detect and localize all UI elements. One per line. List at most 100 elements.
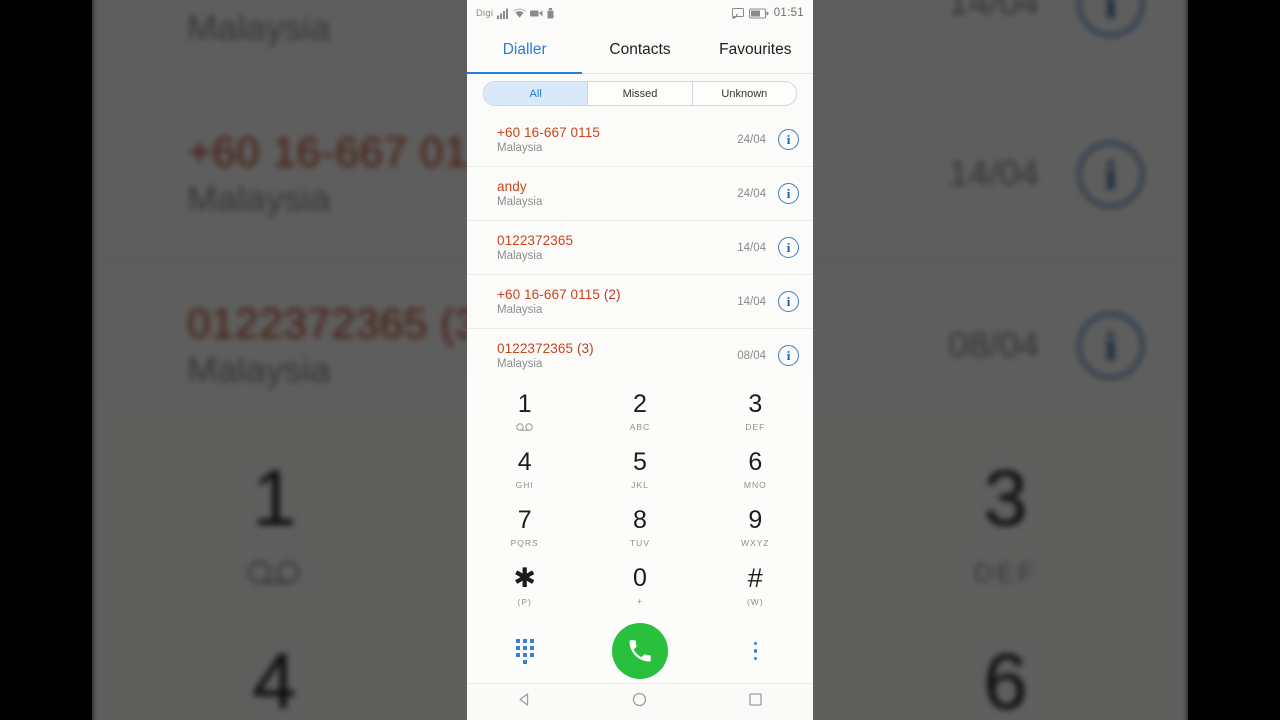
call-row-text: +60 16-667 0115 Malaysia (497, 125, 737, 154)
call-number: +60 16-667 0115 (497, 287, 600, 302)
key-0-digit: 0 (633, 564, 647, 592)
call-info-icon[interactable]: i (778, 183, 799, 204)
key-7[interactable]: 7 PQRS (467, 499, 582, 557)
key-4-digit: 4 (252, 638, 297, 720)
tab-dialler[interactable]: Dialler (467, 26, 583, 74)
call-date: 14/04 (737, 295, 766, 308)
call-log-row[interactable]: +60 16-667 0115 (2) Malaysia 14/04 i (467, 275, 813, 329)
key-star[interactable]: ✱ (P) (467, 557, 582, 615)
key-hash[interactable]: # (W) (698, 557, 813, 615)
call-button[interactable] (582, 623, 697, 679)
key-3-digit: 3 (748, 390, 763, 418)
call-number: 0122372365 (186, 299, 428, 348)
call-log-list[interactable]: +60 16-667 0115 Malaysia 24/04 i andy Ma… (467, 113, 813, 373)
call-title: 0122372365 (497, 233, 737, 248)
key-8-digit: 8 (633, 506, 647, 534)
call-log-row[interactable]: andy Malaysia 24/04 i (467, 167, 813, 221)
key-3[interactable]: 3 DEF (698, 383, 813, 441)
key-1[interactable]: 1 (92, 433, 457, 617)
key-4[interactable]: 4 GHI (92, 617, 457, 720)
key-8[interactable]: 8 TUV (582, 499, 697, 557)
key-6[interactable]: 6 MNO (698, 441, 813, 499)
dialpad: 1 2 ABC 3 DEF 4 GHI (467, 373, 813, 615)
key-5[interactable]: 5 JKL (582, 441, 697, 499)
wifi-icon (513, 8, 526, 19)
key-star-digit: ✱ (513, 563, 536, 593)
key-3-letters: DEF (745, 422, 766, 432)
filter-all[interactable]: All (484, 82, 589, 105)
battery-icon (748, 7, 769, 19)
filter-unknown-label: Unknown (721, 87, 768, 100)
call-date: 14/04 (737, 241, 766, 254)
call-info-icon[interactable]: i (778, 345, 799, 366)
call-title: 0122372365 (3) (497, 341, 737, 356)
key-3[interactable]: 3 DEF (823, 433, 1188, 617)
call-log-row[interactable]: 0122372365 (3) Malaysia 08/04 i (467, 329, 813, 373)
call-title: +60 16-667 0115 (2) (497, 287, 737, 302)
dialer-action-bar (467, 615, 813, 687)
call-number: +60 16-667 0115 (186, 128, 514, 177)
nav-recents-button[interactable] (698, 692, 813, 712)
call-row-text: 0122372365 (3) Malaysia (497, 341, 737, 370)
dialpad-row: 1 2 ABC 3 DEF (467, 383, 813, 441)
call-number: andy (497, 179, 527, 194)
key-5-digit: 5 (633, 448, 647, 476)
call-filter-bar: All Missed Unknown (467, 74, 813, 113)
call-info-icon[interactable]: i (1077, 141, 1145, 208)
call-row-text: andy Malaysia (497, 179, 737, 208)
key-hash-letters: (W) (746, 597, 764, 607)
key-5-letters: JKL (631, 480, 649, 490)
voicemail-icon (243, 557, 306, 589)
key-2[interactable]: 2 ABC (582, 383, 697, 441)
call-title: +60 16-667 0115 (497, 125, 737, 140)
filter-missed[interactable]: Missed (588, 82, 693, 105)
tab-favourites[interactable]: Favourites (698, 26, 813, 73)
recents-square-icon (748, 692, 763, 712)
key-0[interactable]: 0 + (582, 557, 697, 615)
status-clock: 01:51 (773, 7, 804, 19)
tab-contacts[interactable]: Contacts (582, 26, 697, 73)
voicemail-icon (515, 422, 535, 432)
dialpad-row: ✱ (P) 0 + # (W) (467, 557, 813, 615)
filter-missed-label: Missed (622, 87, 658, 100)
key-0-letters: + (637, 596, 643, 606)
tab-contacts-label: Contacts (609, 40, 671, 58)
tab-favourites-label: Favourites (719, 40, 792, 58)
key-4-digit: 4 (517, 448, 532, 476)
call-number: 0122372365 (497, 233, 574, 248)
call-date: 14/04 (948, 0, 1040, 23)
key-7-digit: 7 (517, 506, 532, 534)
carrier-label: Digi (476, 7, 494, 19)
key-8-letters: TUV (629, 538, 650, 548)
call-filter-segment: All Missed Unknown (483, 81, 797, 106)
key-6[interactable]: 6 MNO (823, 617, 1188, 720)
call-location: Malaysia (497, 250, 543, 262)
screenshot-stage: Digi (0, 0, 1280, 720)
key-9[interactable]: 9 WXYZ (698, 499, 813, 557)
phone-handset-icon (611, 623, 668, 679)
key-1[interactable]: 1 (467, 383, 582, 441)
back-triangle-icon (517, 692, 532, 712)
dialpad-row: 7 PQRS 8 TUV 9 WXYZ (467, 499, 813, 557)
call-info-icon[interactable]: i (1077, 312, 1145, 380)
call-info-icon[interactable]: i (778, 129, 799, 150)
more-options-button[interactable] (698, 641, 813, 661)
key-6-digit: 6 (983, 638, 1028, 720)
key-4[interactable]: 4 GHI (467, 441, 582, 499)
status-bar: Digi 01:51 (467, 0, 813, 26)
phone-screen: Digi (467, 0, 813, 720)
call-info-icon[interactable]: i (778, 237, 799, 258)
call-info-icon[interactable]: i (778, 291, 799, 312)
dialpad-toggle-button[interactable] (467, 638, 582, 664)
nav-back-button[interactable] (467, 692, 582, 712)
call-info-icon[interactable]: i (1077, 0, 1145, 37)
nav-home-button[interactable] (582, 692, 697, 712)
call-date: 14/04 (948, 155, 1040, 194)
filter-unknown[interactable]: Unknown (693, 82, 796, 105)
call-log-row[interactable]: +60 16-667 0115 Malaysia 24/04 i (467, 113, 813, 167)
call-log-row[interactable]: 0122372365 Malaysia 14/04 i (467, 221, 813, 275)
key-6-digit: 6 (748, 448, 763, 476)
dialpad-row: 4 GHI 5 JKL 6 MNO (467, 441, 813, 499)
usb-icon (547, 7, 554, 19)
call-location: Malaysia (497, 304, 543, 316)
